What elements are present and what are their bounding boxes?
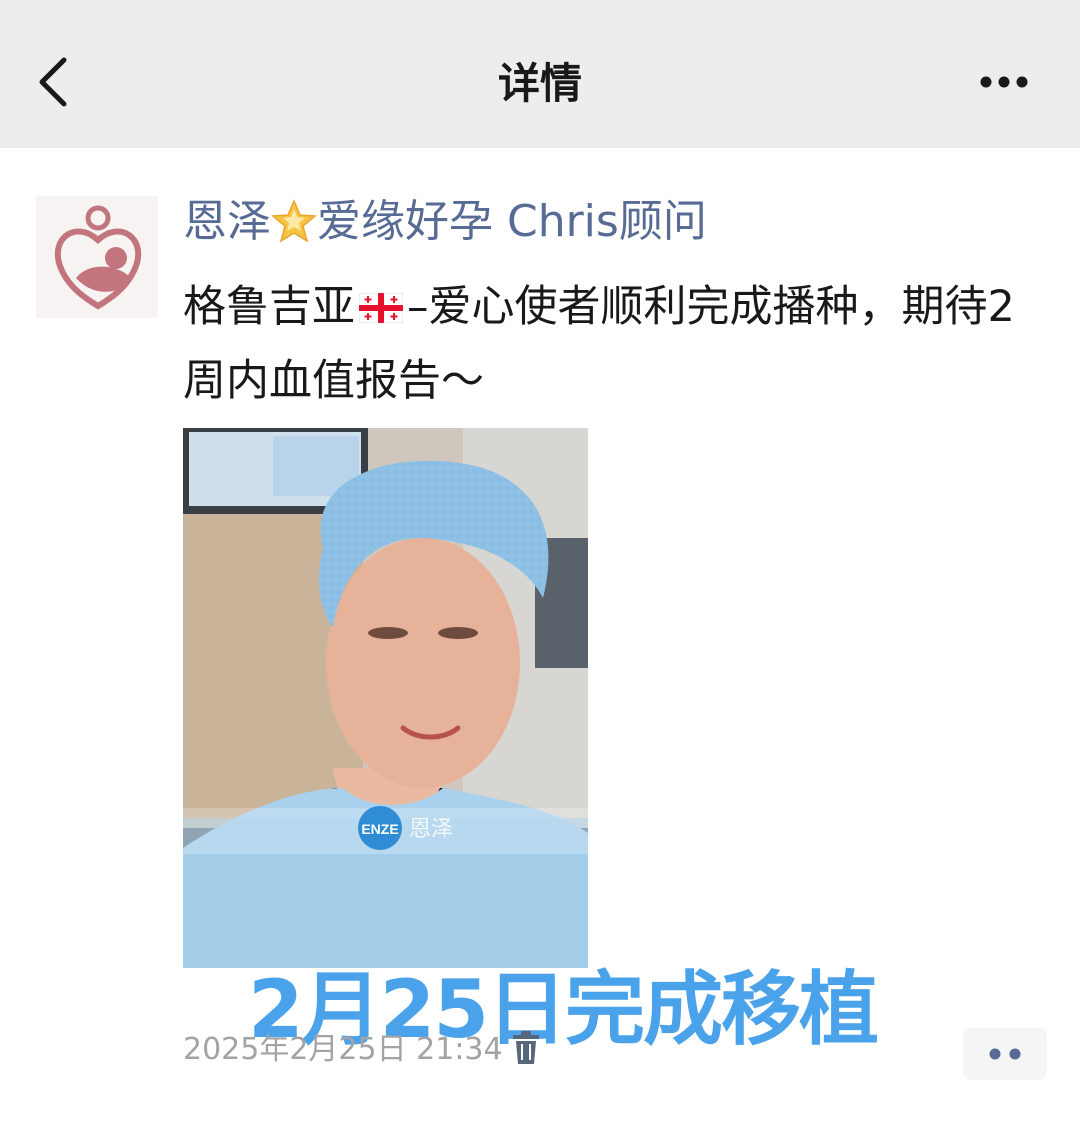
author-name-suffix: 爱缘好孕 Chris顾问	[317, 196, 707, 247]
avatar[interactable]	[36, 196, 158, 318]
post-text-part1: 格鲁吉亚	[183, 282, 355, 332]
two-dots-icon	[989, 1048, 1021, 1060]
post-photo[interactable]: ENZE 恩泽	[183, 428, 588, 968]
mother-child-logo-icon	[55, 205, 141, 310]
more-options-button[interactable]	[972, 66, 1036, 98]
photo-logo-cn: 恩泽	[409, 817, 453, 842]
post-timestamp: 2025年2月25日 21:34	[183, 1032, 503, 1067]
photo-logo-text: ENZE	[361, 821, 398, 837]
trash-icon	[513, 1031, 539, 1064]
top-bar: 详情	[0, 0, 1080, 148]
author-name[interactable]: 恩泽 爱缘好孕 Chris顾问	[183, 192, 707, 252]
post-text: 格鲁吉亚 –爱心使者顺利完成播种，期待2周内血值报告～	[183, 270, 1043, 418]
ellipsis-icon	[980, 76, 1028, 88]
photo-illustration: ENZE 恩泽	[183, 428, 588, 968]
georgia-flag-icon	[359, 293, 403, 323]
delete-button[interactable]	[512, 1030, 540, 1066]
star-emoji-icon	[271, 199, 317, 243]
page-title: 详情	[497, 59, 582, 108]
comment-like-button[interactable]	[963, 1028, 1047, 1080]
author-name-prefix: 恩泽	[183, 196, 271, 247]
